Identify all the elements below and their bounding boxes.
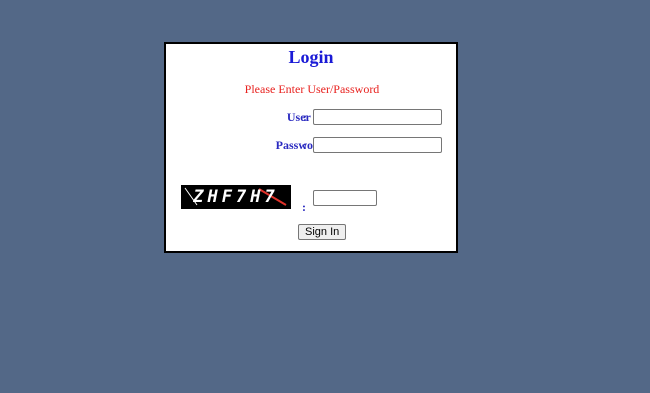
captcha-image: ZHF7H7: [181, 185, 291, 209]
page: { "login": { "title": "Login", "message"…: [0, 0, 650, 393]
user-id-input[interactable]: [313, 109, 442, 125]
login-title: Login: [288, 47, 334, 67]
login-panel: Login Please Enter User/Password User Id…: [164, 42, 458, 253]
captcha-colon: :: [302, 200, 306, 214]
login-message: Please Enter User/Password: [244, 82, 380, 96]
password-input[interactable]: [313, 137, 442, 153]
user-id-colon: :: [303, 110, 307, 124]
captcha-text: ZHF7H7: [193, 187, 279, 207]
sign-in-button[interactable]: Sign In: [298, 224, 347, 240]
password-colon: :: [303, 138, 307, 152]
captcha-input[interactable]: [313, 190, 377, 206]
